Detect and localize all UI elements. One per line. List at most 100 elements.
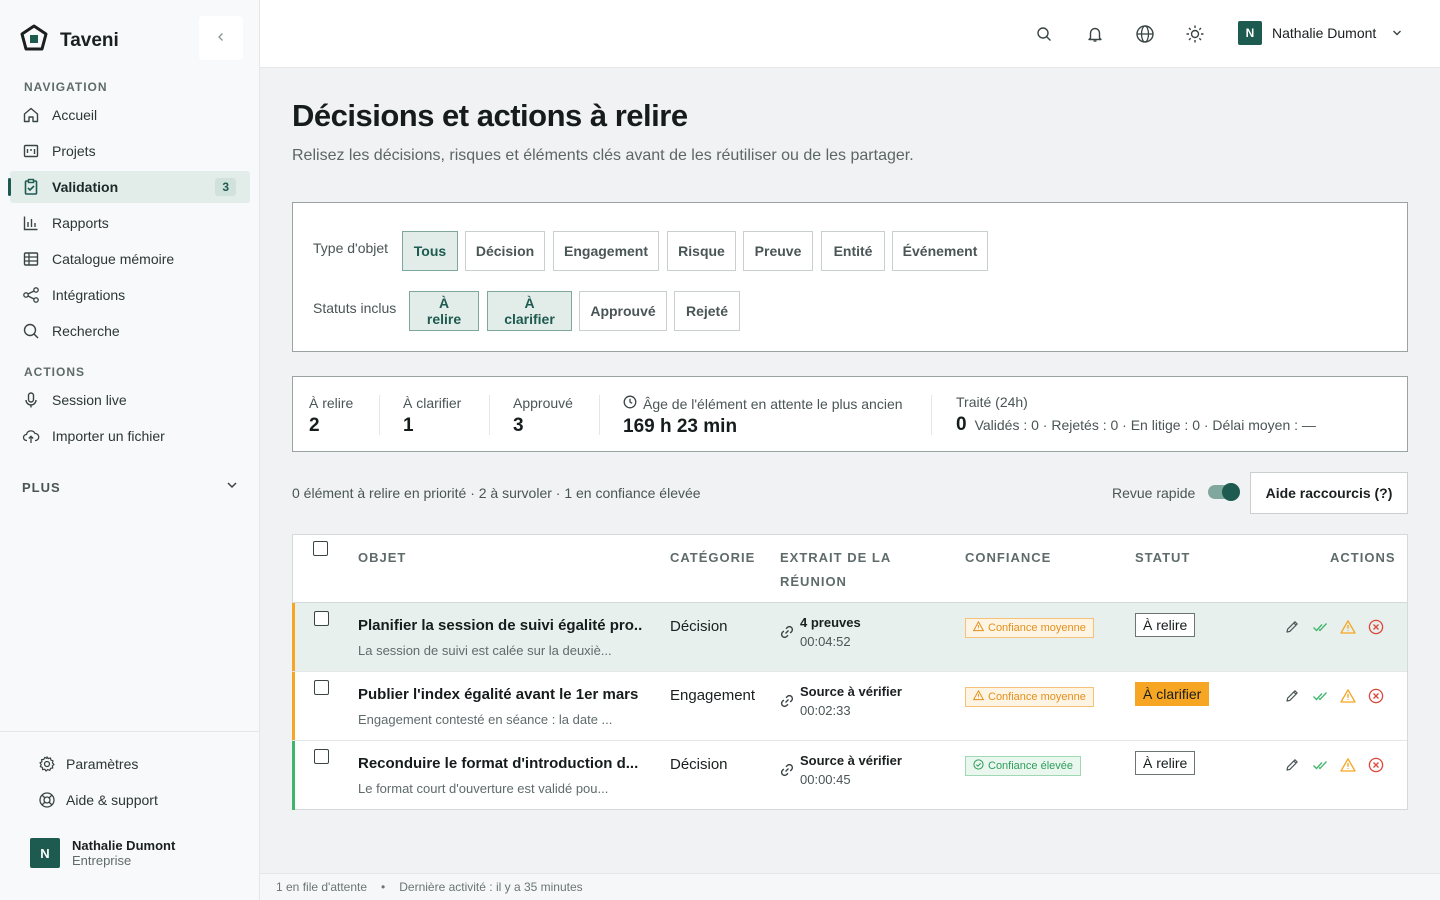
sidebar-item-label: Intégrations (52, 287, 126, 303)
sidebar-user-card[interactable]: N Nathalie Dumont Entreprise (30, 838, 175, 868)
chevron-down-icon (1392, 25, 1402, 41)
cloud-upload-icon (22, 427, 40, 445)
stat-divider (599, 395, 600, 435)
stat-label: Traité (24h) (956, 394, 1028, 410)
row-checkbox[interactable] (314, 749, 329, 764)
sun-icon[interactable] (1185, 24, 1205, 44)
table-row[interactable]: Publier l'index égalité avant le 1er mar… (292, 672, 1407, 741)
row-description: Le format court d'ouverture est validé p… (358, 781, 609, 796)
stat-a-relire: À relire 2 (309, 395, 353, 437)
row-category: Décision (670, 756, 728, 773)
filter-status-rejete[interactable]: Rejeté (674, 291, 740, 331)
page-subtitle: Relisez les décisions, risques et élémen… (292, 147, 914, 164)
search-icon (22, 322, 40, 340)
home-icon (22, 106, 40, 124)
filter-status-approuve[interactable]: Approuvé (579, 291, 667, 331)
row-extract-source[interactable]: Source à vérifier (800, 684, 902, 699)
reject-x-circle-icon[interactable] (1367, 687, 1385, 705)
row-category: Décision (670, 618, 728, 635)
confidence-label: Confiance moyenne (988, 622, 1086, 634)
sidebar-item-integrations[interactable]: Intégrations (10, 279, 250, 311)
select-all-checkbox[interactable] (313, 541, 328, 556)
globe-icon[interactable] (1135, 24, 1155, 44)
more-section-toggle[interactable]: PLUS (22, 478, 238, 496)
actions-section-label: ACTIONS (24, 365, 85, 379)
filter-type-risque[interactable]: Risque (667, 231, 736, 271)
approve-double-check-icon[interactable] (1311, 618, 1329, 636)
type-filter-label: Type d'objet (313, 240, 389, 256)
search-icon[interactable] (1034, 24, 1054, 44)
approve-double-check-icon[interactable] (1311, 687, 1329, 705)
filter-type-evenement[interactable]: Événement (892, 231, 988, 271)
status-footer: 1 en file d'attente • Dernière activité … (260, 873, 1440, 900)
sidebar-item-validation[interactable]: Validation 3 (8, 171, 250, 203)
sidebar-item-importer[interactable]: Importer un fichier (10, 420, 250, 452)
row-checkbox[interactable] (314, 611, 329, 626)
sidebar-item-accueil[interactable]: Accueil (10, 99, 250, 131)
help-support-link[interactable]: Aide & support (38, 791, 158, 809)
confidence-label: Confiance élevée (988, 760, 1074, 772)
link-icon (780, 625, 794, 644)
quick-review-label: Revue rapide (1112, 485, 1196, 501)
shortcuts-help-button[interactable]: Aide raccourcis (?) (1250, 472, 1408, 514)
main-content: Décisions et actions à relire Relisez le… (260, 68, 1440, 900)
link-icon (780, 763, 794, 782)
table-row[interactable]: Reconduire le format d'introduction d...… (292, 741, 1407, 810)
user-name: Nathalie Dumont (1272, 25, 1377, 41)
quick-review-toggle[interactable] (1208, 483, 1240, 501)
column-header-extrait[interactable]: EXTRAIT DE LA RÉUNION (780, 546, 891, 594)
edit-pencil-icon[interactable] (1283, 618, 1301, 636)
row-accent (292, 741, 295, 810)
logo-icon (20, 24, 48, 57)
row-extract-source[interactable]: 4 preuves (800, 615, 861, 630)
bell-icon[interactable] (1085, 24, 1105, 44)
column-header-confiance[interactable]: CONFIANCE (965, 546, 1051, 570)
brand[interactable]: Taveni (20, 24, 119, 57)
row-title[interactable]: Reconduire le format d'introduction d... (358, 755, 643, 772)
clock-icon (623, 395, 637, 412)
row-title[interactable]: Planifier la session de suivi égalité pr… (358, 617, 643, 634)
filter-type-engagement[interactable]: Engagement (553, 231, 659, 271)
filter-type-tous[interactable]: Tous (402, 231, 458, 271)
column-header-objet[interactable]: OBJET (358, 546, 406, 570)
sidebar-item-rapports[interactable]: Rapports (10, 207, 250, 239)
flag-warning-icon[interactable] (1339, 756, 1357, 774)
row-extract-source[interactable]: Source à vérifier (800, 753, 902, 768)
reject-x-circle-icon[interactable] (1367, 618, 1385, 636)
row-title[interactable]: Publier l'index égalité avant le 1er mar… (358, 686, 643, 703)
column-header-categorie[interactable]: CATÉGORIE (670, 546, 755, 570)
flag-warning-icon[interactable] (1339, 687, 1357, 705)
row-checkbox[interactable] (314, 680, 329, 695)
sidebar-item-projets[interactable]: Projets (10, 135, 250, 167)
sidebar-item-session-live[interactable]: Session live (10, 384, 250, 416)
filter-status-a-clarifier[interactable]: À clarifier (487, 291, 572, 331)
edit-pencil-icon[interactable] (1283, 687, 1301, 705)
sidebar-item-catalogue[interactable]: Catalogue mémoire (10, 243, 250, 275)
row-actions (1283, 756, 1385, 774)
flag-warning-icon[interactable] (1339, 618, 1357, 636)
filter-type-preuve[interactable]: Preuve (743, 231, 813, 271)
column-header-statut[interactable]: STATUT (1135, 546, 1190, 570)
stat-label: Approuvé (513, 395, 573, 411)
sidebar-item-recherche[interactable]: Recherche (10, 315, 250, 347)
filter-type-entite[interactable]: Entité (821, 231, 885, 271)
queue-status: 1 en file d'attente (276, 880, 368, 894)
count-badge: 3 (215, 178, 236, 196)
row-extract-timestamp: 00:00:45 (800, 772, 851, 787)
table-header: OBJET CATÉGORIE EXTRAIT DE LA RÉUNION CO… (293, 535, 1407, 603)
stat-approuve: Approuvé 3 (513, 395, 573, 437)
table-row[interactable]: Planifier la session de suivi égalité pr… (292, 603, 1407, 672)
filter-type-decision[interactable]: Décision (465, 231, 545, 271)
reject-x-circle-icon[interactable] (1367, 756, 1385, 774)
filters-panel: Type d'objet Tous Décision Engagement Ri… (292, 202, 1408, 352)
filter-status-a-relire[interactable]: À relire (409, 291, 479, 331)
user-menu[interactable]: N Nathalie Dumont (1238, 21, 1402, 45)
settings-link[interactable]: Paramètres (38, 755, 138, 773)
row-description: Engagement contesté en séance : la date … (358, 712, 613, 727)
approve-double-check-icon[interactable] (1311, 756, 1329, 774)
column-header-extrait-line1: EXTRAIT DE LA (780, 550, 892, 565)
row-accent (292, 672, 295, 740)
edit-pencil-icon[interactable] (1283, 756, 1301, 774)
stat-value: 3 (513, 415, 524, 436)
collapse-sidebar-button[interactable] (199, 16, 243, 60)
